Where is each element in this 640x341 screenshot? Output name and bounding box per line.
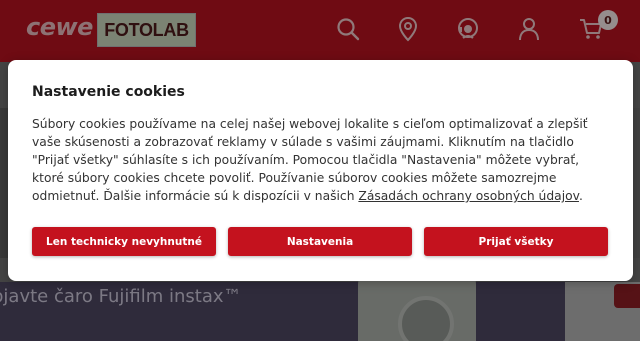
settings-button[interactable]: Nastavenia	[228, 227, 412, 256]
dialog-body: Súbory cookies používame na celej našej …	[32, 115, 612, 205]
cookie-consent-dialog: Nastavenie cookies Súbory cookies použív…	[8, 60, 633, 281]
dialog-title: Nastavenie cookies	[32, 84, 185, 100]
dialog-body-end: .	[578, 189, 583, 203]
privacy-policy-link[interactable]: Zásadách ochrany osobných údajov	[358, 189, 579, 203]
necessary-only-button[interactable]: Len technicky nevyhnutné	[32, 227, 216, 256]
accept-all-button[interactable]: Prijať všetky	[424, 227, 608, 256]
